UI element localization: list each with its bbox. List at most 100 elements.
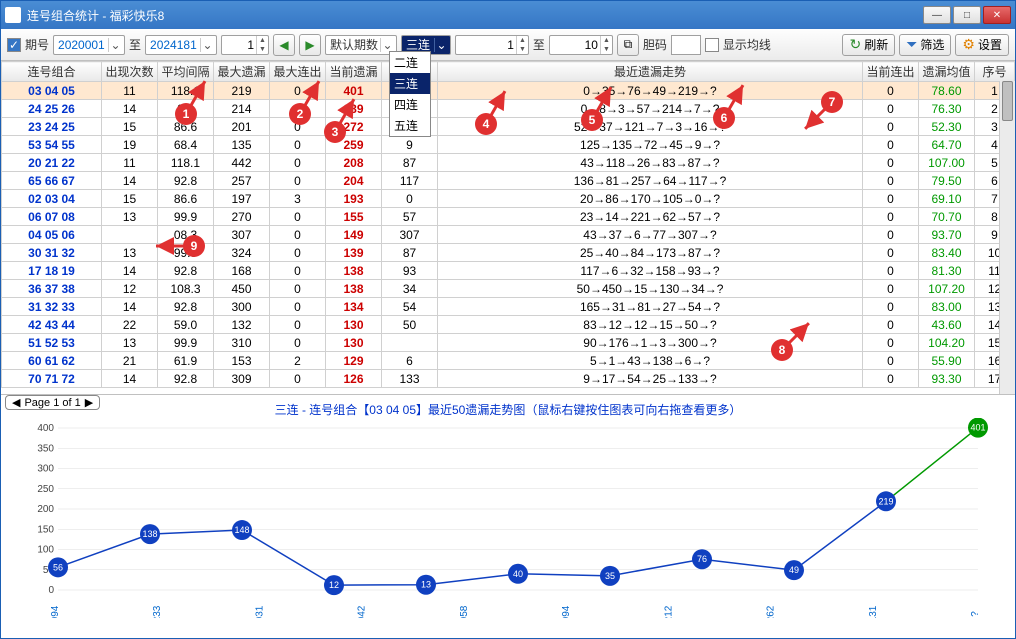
- col-header[interactable]: 序号: [975, 62, 1015, 82]
- table-row[interactable]: 23 24 251586.620102721652→37→121→7→3→16→…: [2, 118, 1015, 136]
- refresh-button[interactable]: ↻刷新: [842, 34, 895, 56]
- col-header[interactable]: 最近遗漏走势: [438, 62, 863, 82]
- avg-line-checkbox[interactable]: [705, 38, 719, 52]
- table-row[interactable]: 51 52 531399.9310013090→176→1→3→300→?010…: [2, 334, 1015, 352]
- table-row[interactable]: 65 66 671492.82570204117136→81→257→64→11…: [2, 172, 1015, 190]
- table-row[interactable]: 17 18 191492.8168013893117→6→32→158→93→?…: [2, 262, 1015, 280]
- svg-text:200: 200: [37, 504, 54, 515]
- chart-title: 三连 - 连号组合【03 04 05】最近50遗漏走势图（鼠标右键按住图表可向右…: [9, 401, 1007, 418]
- default-periods-dropdown[interactable]: 默认期数⌄: [325, 35, 397, 55]
- table-row[interactable]: 30 31 321399.932401398725→40→84→173→87→?…: [2, 244, 1015, 262]
- svg-text:40: 40: [513, 569, 523, 579]
- svg-text:300: 300: [37, 464, 54, 475]
- close-button[interactable]: ✕: [983, 6, 1011, 24]
- window-title: 连号组合统计 - 福彩快乐8: [27, 7, 923, 24]
- caret-down-icon: ⌄: [434, 38, 448, 52]
- refresh-icon: ↻: [849, 36, 861, 53]
- period-label: 期号: [25, 36, 49, 53]
- svg-text:250: 250: [37, 484, 54, 495]
- range-to-spinner[interactable]: ▲▼: [549, 35, 613, 55]
- table-row[interactable]: 24 25 26142.82143890→8→3→57→214→7→?076.3…: [2, 100, 1015, 118]
- period-from-dropdown[interactable]: 2020001⌄: [53, 35, 125, 55]
- prev-button[interactable]: ◀: [273, 34, 295, 56]
- svg-text:094: 094: [561, 605, 572, 618]
- table-row[interactable]: 70 71 721492.830901261339→17→54→25→133→?…: [2, 370, 1015, 388]
- col-header[interactable]: 连号组合: [2, 62, 102, 82]
- titlebar: 连号组合统计 - 福彩快乐8 — □ ✕: [1, 1, 1015, 29]
- svg-text:212: 212: [663, 605, 674, 618]
- table-row[interactable]: 42 43 442259.013201305083→12→12→15→50→?0…: [2, 316, 1015, 334]
- data-table: 连号组合出现次数平均间隔最大遗漏最大连出当前遗漏连出最近遗漏走势当前连出遗漏均值…: [1, 61, 1015, 388]
- period-to-dropdown[interactable]: 2024181⌄: [145, 35, 217, 55]
- caret-down-icon: ⌄: [108, 38, 122, 52]
- dan-label: 胆码: [643, 36, 667, 53]
- copy-button[interactable]: ⧉: [617, 34, 639, 56]
- table-row[interactable]: 60 61 622161.9153212965→1→43→138→6→?055.…: [2, 352, 1015, 370]
- svg-text:56: 56: [53, 562, 63, 572]
- svg-text:49: 49: [789, 565, 799, 575]
- col-header[interactable]: 最大遗漏: [214, 62, 270, 82]
- svg-text:100: 100: [37, 545, 54, 556]
- table-row[interactable]: 36 37 3812108.345001383450→450→15→130→34…: [2, 280, 1015, 298]
- col-header[interactable]: 平均间隔: [158, 62, 214, 82]
- svg-text:094: 094: [50, 605, 61, 618]
- svg-text:262: 262: [766, 605, 777, 618]
- avg-line-label: 显示均线: [723, 36, 771, 53]
- spin-down-icon[interactable]: ▼: [257, 45, 268, 54]
- table-row[interactable]: 31 32 331492.8300013454165→31→81→27→54→?…: [2, 298, 1015, 316]
- svg-text:219: 219: [878, 496, 893, 506]
- svg-text:058: 058: [459, 605, 470, 618]
- svg-text:350: 350: [37, 443, 54, 454]
- spin-up-icon[interactable]: ▲: [257, 36, 268, 45]
- option-3lian[interactable]: 三连: [390, 73, 430, 94]
- col-header[interactable]: 当前连出: [863, 62, 919, 82]
- svg-text:131: 131: [868, 605, 879, 618]
- scrollbar-thumb[interactable]: [1002, 81, 1013, 121]
- page-prev-icon[interactable]: ◀: [12, 396, 20, 409]
- chart-area: ◀Page 1 of 1▶ 三连 - 连号组合【03 04 05】最近50遗漏走…: [1, 395, 1015, 635]
- filter-button[interactable]: ⏷筛选: [899, 34, 951, 56]
- vertical-scrollbar[interactable]: [999, 81, 1015, 394]
- option-2lian[interactable]: 二连: [390, 52, 430, 73]
- caret-down-icon: ⌄: [200, 38, 214, 52]
- combo-type-options: 二连 三连 四连 五连: [389, 51, 431, 137]
- svg-text:148: 148: [234, 525, 249, 535]
- col-header[interactable]: 最大连出: [270, 62, 326, 82]
- table-row[interactable]: 06 07 081399.927001555723→14→221→62→57→?…: [2, 208, 1015, 226]
- range-to-label: 至: [533, 36, 545, 53]
- table-row[interactable]: 04 05 0608.3307014930743→37→6→77→307→?09…: [2, 226, 1015, 244]
- to-label: 至: [129, 36, 141, 53]
- funnel-icon: ⏷: [906, 36, 917, 53]
- page-next-icon[interactable]: ▶: [85, 396, 93, 409]
- svg-text:042: 042: [357, 605, 368, 618]
- svg-text:0: 0: [48, 585, 54, 596]
- step-spinner[interactable]: ▲▼: [221, 35, 269, 55]
- table-row[interactable]: 02 03 041586.61973193020→86→170→105→0→?0…: [2, 190, 1015, 208]
- col-header[interactable]: 遗漏均值: [919, 62, 975, 82]
- col-header[interactable]: 当前遗漏: [326, 62, 382, 82]
- svg-text:35: 35: [605, 571, 615, 581]
- svg-text:?: ?: [970, 611, 981, 617]
- maximize-button[interactable]: □: [953, 6, 981, 24]
- period-checkbox[interactable]: ✓: [7, 38, 21, 52]
- option-4lian[interactable]: 四连: [390, 94, 430, 115]
- gear-icon: ⚙: [962, 36, 975, 53]
- svg-text:13: 13: [421, 580, 431, 590]
- dan-input[interactable]: [671, 35, 701, 55]
- range-from-spinner[interactable]: ▲▼: [455, 35, 529, 55]
- svg-text:031: 031: [254, 605, 265, 618]
- page-indicator[interactable]: ◀Page 1 of 1▶: [5, 395, 100, 410]
- col-header[interactable]: 出现次数: [102, 62, 158, 82]
- svg-text:401: 401: [970, 423, 985, 433]
- option-5lian[interactable]: 五连: [390, 115, 430, 136]
- settings-button[interactable]: ⚙设置: [955, 34, 1009, 56]
- table-row[interactable]: 20 21 2211118.144202088743→118→26→83→87→…: [2, 154, 1015, 172]
- svg-text:12: 12: [329, 580, 339, 590]
- table-row[interactable]: 53 54 551968.413502599125→135→72→45→9→?0…: [2, 136, 1015, 154]
- svg-text:138: 138: [142, 529, 157, 539]
- minimize-button[interactable]: —: [923, 6, 951, 24]
- next-button[interactable]: ▶: [299, 34, 321, 56]
- miss-trend-chart[interactable]: 0501001502002503003504005613814812134035…: [9, 418, 1007, 618]
- table-row[interactable]: 03 04 0511118.121904010→35→76→49→219→?07…: [2, 82, 1015, 100]
- caret-down-icon: ⌄: [380, 38, 394, 52]
